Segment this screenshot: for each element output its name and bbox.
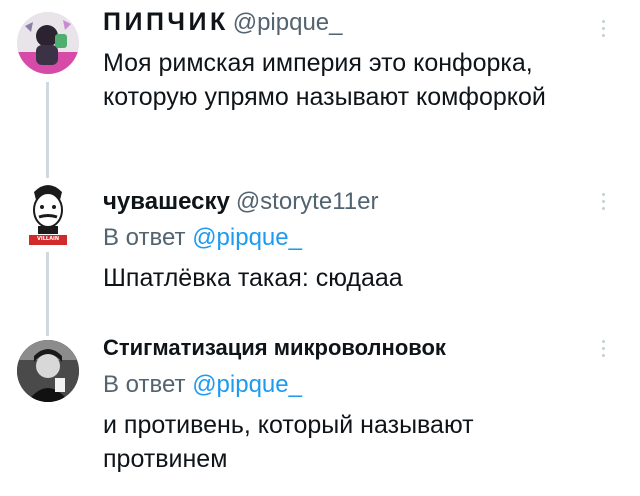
tweet-text-line: Шпатлёвка такая: сюдааа (103, 264, 403, 292)
more-options-icon[interactable] (600, 193, 606, 210)
tweet-text: Шпатлёвка такая: сюдааа (103, 261, 403, 295)
tweet-text-line: которую упрямо называют комфоркой (103, 83, 546, 111)
avatar[interactable] (17, 340, 79, 402)
tweet-text-line: Моя римская империя это конфорка, (103, 49, 533, 77)
tweet-text-line: протвинем (103, 445, 228, 473)
reply-prefix: В ответ (103, 371, 186, 398)
reply-prefix: В ответ (103, 224, 186, 251)
reply-context: В ответ @pipque_ (103, 371, 302, 399)
avatar[interactable]: VILLAIN (17, 180, 79, 248)
tweet-header: ПИПЧИК @pipque_ (103, 8, 342, 37)
more-options-icon[interactable] (600, 20, 606, 37)
more-options-icon[interactable] (600, 340, 606, 357)
display-name[interactable]: Стигматизация микроволновок (103, 335, 446, 361)
tweet-header: чувашеску @storyte11er (103, 188, 378, 216)
reply-context: В ответ @pipque_ (103, 224, 302, 252)
tweet-text: и противень, который называют протвинем (103, 408, 474, 476)
tweet-text: Моя римская империя это конфорка, котору… (103, 46, 546, 114)
thread-line (46, 82, 49, 178)
handle[interactable]: @storyte11er (236, 188, 379, 216)
display-name[interactable]: чувашеску (103, 188, 230, 216)
display-name[interactable]: ПИПЧИК (103, 8, 229, 37)
avatar-caption: VILLAIN (36, 236, 60, 242)
tweet-header: Стигматизация микроволновок (103, 335, 446, 361)
avatar[interactable] (17, 12, 79, 74)
tweet-text-line: и противень, который называют (103, 411, 474, 439)
handle[interactable]: @pipque_ (233, 9, 343, 37)
reply-mention-link[interactable]: @pipque_ (192, 224, 302, 251)
thread-line (46, 252, 49, 336)
reply-mention-link[interactable]: @pipque_ (192, 371, 302, 398)
avatar-image (17, 12, 79, 74)
avatar-image (17, 340, 79, 402)
